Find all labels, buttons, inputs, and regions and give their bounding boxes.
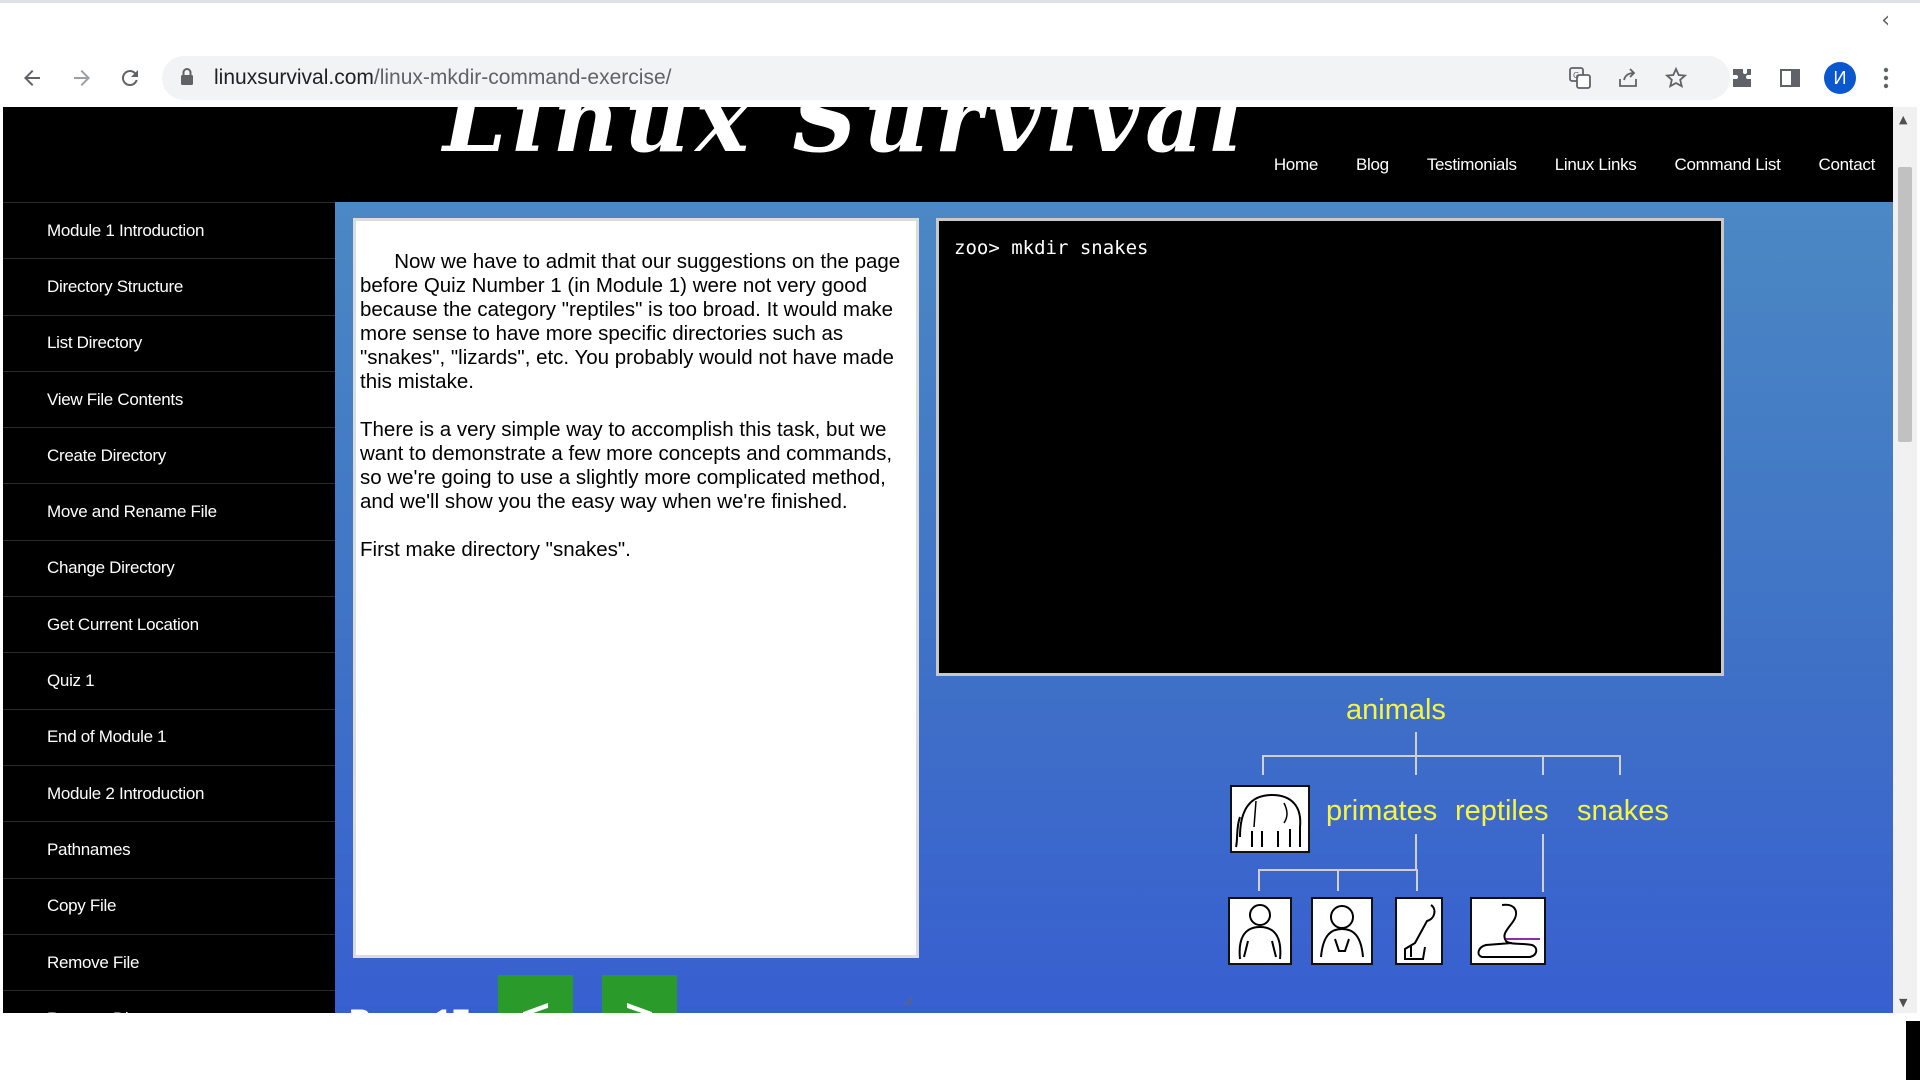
tree-line [1262, 755, 1264, 775]
sidebar-item-move-and-rename-file[interactable]: Move and Rename File [3, 483, 335, 539]
sidebar-item-directory-structure[interactable]: Directory Structure [3, 258, 335, 314]
share-icon[interactable] [1614, 64, 1642, 92]
reload-icon[interactable] [112, 60, 148, 96]
tree-node-animals: animals [1346, 694, 1446, 726]
svg-text:G: G [1573, 71, 1579, 80]
lesson-text: Now we have to admit that our suggestion… [360, 250, 901, 561]
sidebar-item-remove-directory[interactable]: Remove Directory [3, 990, 335, 1013]
tab-strip: ‹ [0, 0, 1920, 50]
directory-tree: animals primates reptiles snakes [1095, 692, 1669, 992]
tree-node-snakes: snakes [1577, 795, 1669, 827]
page-scrollbar[interactable]: ▲ ▼ [1893, 107, 1917, 1013]
scroll-down-icon[interactable]: ▼ [1899, 996, 1907, 1009]
extensions-icon[interactable] [1724, 60, 1760, 96]
profile-avatar[interactable]: И [1824, 62, 1856, 94]
nav-contact[interactable]: Contact [1819, 155, 1876, 175]
tab-strip-border [0, 0, 1920, 3]
tree-line [1258, 869, 1260, 891]
sidebar-item-module-1-introduction[interactable]: Module 1 Introduction [3, 202, 335, 258]
site-logo[interactable]: Linux Survival [443, 107, 1249, 173]
cobra-picture [1470, 897, 1546, 965]
page-number: Page 17 [349, 1003, 470, 1013]
monkey-picture [1395, 897, 1443, 965]
exercise-area: Now we have to admit that our suggestion… [335, 202, 1893, 1013]
tree-line [1542, 755, 1544, 775]
resize-handle-icon[interactable] [901, 940, 913, 1006]
next-page-button[interactable]: > [602, 975, 677, 1013]
nav-blog[interactable]: Blog [1356, 155, 1389, 175]
gorilla-picture [1228, 897, 1292, 965]
nav-command-list[interactable]: Command List [1675, 155, 1781, 175]
nav-home[interactable]: Home [1274, 155, 1318, 175]
tree-line [1415, 834, 1417, 870]
tree-node-primates: primates [1326, 795, 1438, 827]
tree-line [1415, 732, 1417, 756]
ape-picture [1311, 897, 1373, 965]
side-panel-icon[interactable] [1772, 60, 1808, 96]
terminal-line: zoo> mkdir snakes [954, 237, 1149, 259]
top-nav: Home Blog Testimonials Linux Links Comma… [1236, 155, 1875, 175]
tree-line [1416, 869, 1418, 891]
tree-line [1542, 834, 1544, 892]
url-path: /linux-mkdir-command-exercise/ [373, 66, 672, 89]
page-viewport: Linux Survival Home Blog Testimonials Li… [3, 107, 1893, 1013]
translate-icon[interactable]: G [1566, 64, 1594, 92]
terminal-window[interactable]: zoo> mkdir snakes [936, 218, 1724, 676]
star-icon[interactable] [1662, 64, 1690, 92]
scrollbar-thumb[interactable] [1898, 167, 1912, 442]
tab-search-icon[interactable]: ‹ [1881, 8, 1890, 33]
lock-icon[interactable] [180, 67, 194, 87]
tree-line [1337, 869, 1339, 891]
tree-line [1415, 755, 1417, 775]
previous-page-button[interactable]: < [498, 975, 573, 1013]
sidebar-item-change-directory[interactable]: Change Directory [3, 539, 335, 596]
window-edge [1906, 1021, 1920, 1080]
sidebar-item-end-of-module-1[interactable]: End of Module 1 [3, 708, 335, 765]
sidebar-item-remove-file[interactable]: Remove File [3, 933, 335, 990]
url-text[interactable]: linuxsurvival.com/linux-mkdir-command-ex… [214, 66, 671, 90]
sidebar-item-view-file-contents[interactable]: View File Contents [3, 370, 335, 427]
tree-node-reptiles: reptiles [1455, 795, 1549, 827]
tree-line [1619, 755, 1621, 775]
menu-icon[interactable] [1868, 60, 1904, 96]
lesson-textarea[interactable]: Now we have to admit that our suggestion… [353, 218, 919, 1006]
sidebar-item-quiz-1[interactable]: Quiz 1 [3, 652, 335, 708]
url-host: linuxsurvival.com [214, 66, 374, 89]
forward-icon[interactable] [64, 60, 100, 96]
nav-linux-links[interactable]: Linux Links [1555, 155, 1637, 175]
window-bottom [0, 1013, 1920, 1080]
sidebar-item-module-2-introduction[interactable]: Module 2 Introduction [3, 764, 335, 821]
sidebar-item-list-directory[interactable]: List Directory [3, 314, 335, 371]
scroll-up-icon[interactable]: ▲ [1899, 113, 1907, 126]
tree-line [1262, 755, 1621, 757]
back-icon[interactable] [14, 60, 50, 96]
sidebar-item-copy-file[interactable]: Copy File [3, 877, 335, 934]
nav-testimonials[interactable]: Testimonials [1427, 155, 1517, 175]
site-header: Linux Survival Home Blog Testimonials Li… [3, 107, 1893, 202]
lesson-sidebar: Module 1 Introduction Directory Structur… [3, 202, 335, 1013]
sidebar-item-pathnames[interactable]: Pathnames [3, 821, 335, 877]
address-bar[interactable]: linuxsurvival.com/linux-mkdir-command-ex… [162, 56, 1730, 100]
sidebar-item-create-directory[interactable]: Create Directory [3, 427, 335, 483]
elephant-picture [1230, 785, 1310, 853]
sidebar-item-get-current-location[interactable]: Get Current Location [3, 596, 335, 652]
